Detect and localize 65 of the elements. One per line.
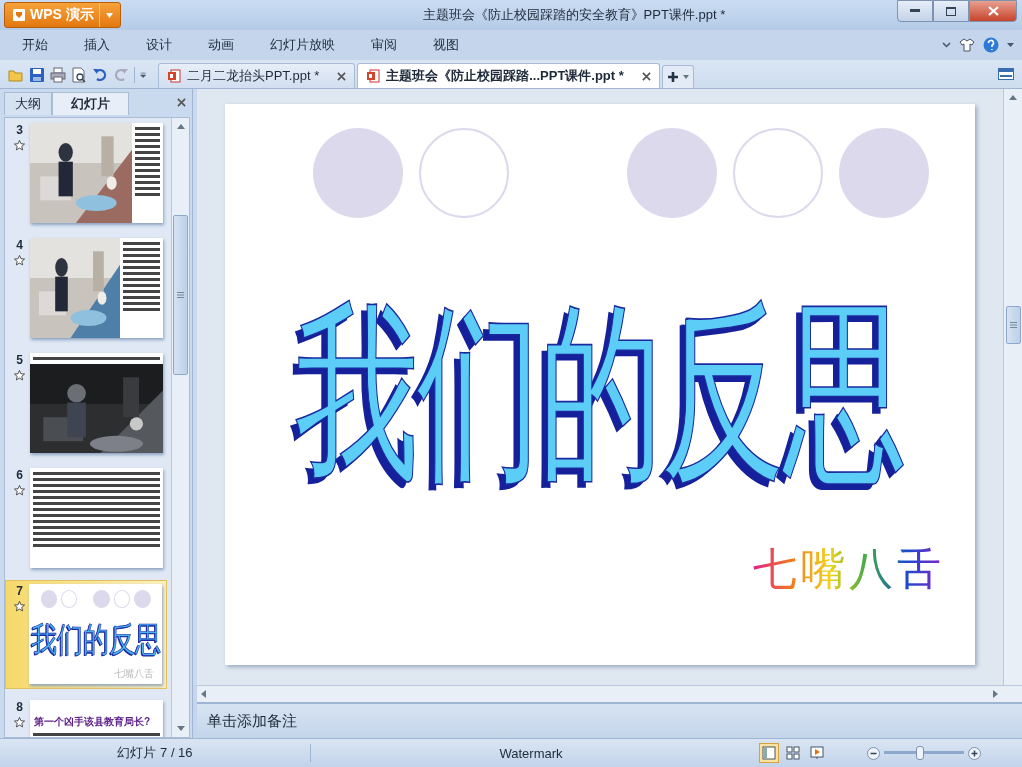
- maximize-button[interactable]: [933, 0, 969, 22]
- dropdown-icon[interactable]: [106, 12, 114, 18]
- star-icon: [14, 601, 25, 612]
- save-icon[interactable]: [29, 67, 45, 83]
- menu-item[interactable]: 插入: [72, 36, 124, 54]
- menu-item[interactable]: 动画: [196, 36, 248, 54]
- sorter-view-button[interactable]: [783, 743, 803, 763]
- slide-number: 6: [16, 468, 23, 482]
- slide-position: 幻灯片 7 / 16: [0, 744, 311, 762]
- scrollbar-thumb[interactable]: [1005, 306, 1021, 344]
- close-icon: [987, 6, 999, 16]
- close-button[interactable]: [969, 0, 1017, 22]
- dropdown-icon[interactable]: [1007, 43, 1014, 47]
- maximize-icon: [946, 6, 956, 16]
- window-title: 主题班会《防止校园踩踏的安全教育》PPT课件.ppt *: [422, 6, 726, 24]
- star-icon: [14, 717, 25, 728]
- close-tab-icon[interactable]: [641, 71, 651, 81]
- star-icon: [14, 140, 25, 151]
- menu-item[interactable]: 幻灯片放映: [258, 36, 349, 54]
- zoom-in-icon[interactable]: [968, 746, 981, 760]
- document-tab[interactable]: 主题班会《防止校园踩踏...PPT课件.ppt *: [357, 63, 660, 88]
- normal-view-button[interactable]: [759, 743, 779, 763]
- slide-number: 5: [16, 353, 23, 367]
- help-icon[interactable]: [983, 37, 999, 53]
- panel-tab[interactable]: 大纲: [4, 92, 52, 115]
- star-icon: [14, 485, 25, 496]
- star-icon: [14, 255, 25, 266]
- slide-number: 7: [16, 584, 23, 598]
- shirt-icon[interactable]: [959, 38, 975, 52]
- star-icon: [14, 370, 25, 381]
- theme-name: Watermark: [498, 745, 564, 761]
- menu-item[interactable]: 视图: [421, 36, 473, 54]
- close-tab-icon[interactable]: [337, 71, 347, 81]
- zoom-slider-thumb[interactable]: [916, 746, 924, 760]
- document-tab[interactable]: 二月二龙抬头PPT.ppt *: [158, 63, 356, 88]
- thumbnail-title: 我们的反思: [30, 618, 161, 661]
- print-preview-icon[interactable]: [71, 67, 87, 83]
- new-tab-button[interactable]: [661, 65, 694, 88]
- thumbnail-footer: 七嘴八舌: [114, 667, 154, 681]
- slide-number: 4: [16, 238, 23, 252]
- menu-item[interactable]: 审阅: [359, 36, 411, 54]
- window-layout-icon[interactable]: [998, 68, 1014, 80]
- undo-icon[interactable]: [92, 67, 108, 83]
- wordart-title: 我们的反思: [295, 295, 905, 489]
- plus-icon: [666, 71, 679, 83]
- slide-number: 8: [16, 700, 23, 714]
- print-icon[interactable]: [50, 67, 66, 83]
- scrollbar-thumb[interactable]: [173, 215, 188, 375]
- minimize-icon: [910, 9, 920, 13]
- scroll-left-icon[interactable]: [201, 690, 206, 698]
- chevron-icon[interactable]: [942, 42, 951, 48]
- presentation-file-icon: [167, 69, 181, 83]
- app-logo-icon: [13, 9, 25, 21]
- presentation-file-icon: [366, 69, 381, 83]
- menu-item[interactable]: 开始: [10, 36, 62, 54]
- slide-number: 3: [16, 123, 23, 137]
- close-panel-icon[interactable]: [177, 98, 186, 107]
- dropdown-icon[interactable]: [682, 75, 689, 79]
- thumbnail-heading: 第一个凶手该县教育局长?: [34, 715, 152, 729]
- panel-tab[interactable]: 幻灯片: [52, 92, 129, 115]
- minimize-button[interactable]: [897, 0, 933, 22]
- scroll-right-icon[interactable]: [993, 690, 998, 698]
- slide-thumbnail-item[interactable]: 7 我们的反思 七嘴八舌: [5, 580, 167, 689]
- zoom-out-icon[interactable]: [867, 746, 880, 760]
- menu-item[interactable]: 设计: [134, 36, 186, 54]
